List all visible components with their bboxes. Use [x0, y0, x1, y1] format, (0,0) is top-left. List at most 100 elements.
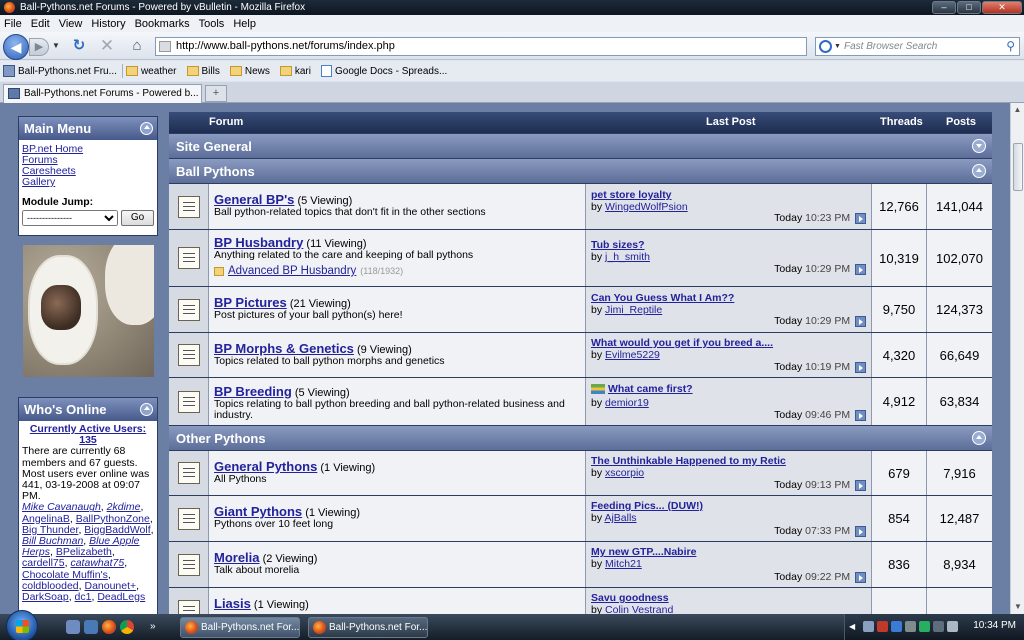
tray-app-icon[interactable] — [877, 621, 888, 632]
online-user[interactable]: AngelinaB — [22, 513, 70, 525]
tray-app-icon[interactable] — [863, 621, 874, 632]
online-user[interactable]: BPelizabeth — [56, 546, 112, 558]
link-gallery[interactable]: Gallery — [22, 177, 154, 188]
forum-link[interactable]: BP Breeding — [214, 384, 292, 399]
firefox-icon[interactable] — [102, 620, 116, 634]
last-post-user[interactable]: xscorpio — [605, 467, 644, 479]
online-user[interactable]: cardell75 — [22, 557, 65, 569]
last-post-user[interactable]: demior19 — [605, 397, 649, 409]
collapse-icon[interactable] — [140, 403, 153, 416]
bookmark-item[interactable]: Bills — [186, 66, 220, 77]
category-site-general[interactable]: Site General — [169, 133, 992, 158]
online-user[interactable]: Danounet+ — [84, 580, 136, 592]
search-bar[interactable]: ▼ Fast Browser Search ⚲ — [815, 37, 1020, 56]
forum-link[interactable]: General BP's — [214, 192, 294, 207]
go-to-post-icon[interactable] — [855, 571, 866, 583]
volume-icon[interactable] — [947, 621, 958, 632]
go-button[interactable]: Go — [121, 210, 154, 226]
forward-button[interactable]: ▶ — [29, 38, 49, 56]
scroll-down-icon[interactable]: ▼ — [1011, 600, 1024, 614]
online-user[interactable]: Big Thunder — [22, 524, 78, 536]
subforum-link[interactable]: Advanced BP Husbandry — [228, 265, 356, 277]
go-to-post-icon[interactable] — [855, 409, 866, 421]
tray-expand-icon[interactable]: ◀ — [849, 621, 860, 632]
bookmark-item[interactable]: Ball-Pythons.net Fru... — [3, 65, 117, 77]
last-post-title[interactable]: Tub sizes? — [591, 239, 644, 251]
last-post-title[interactable]: What would you get if you breed a.... — [591, 337, 773, 349]
scroll-thumb[interactable] — [1013, 143, 1023, 191]
active-users-link[interactable]: Currently Active Users: 135 — [22, 423, 154, 446]
go-to-post-icon[interactable] — [855, 315, 866, 327]
show-desktop-icon[interactable] — [66, 620, 80, 634]
home-icon[interactable]: ⌂ — [128, 37, 146, 55]
switch-windows-icon[interactable] — [84, 620, 98, 634]
menu-help[interactable]: Help — [233, 18, 256, 30]
go-to-post-icon[interactable] — [855, 361, 866, 373]
menu-edit[interactable]: Edit — [31, 18, 50, 30]
bookmark-item[interactable]: News — [229, 66, 270, 77]
go-to-post-icon[interactable] — [855, 525, 866, 537]
category-other-pythons[interactable]: Other Pythons — [169, 425, 992, 450]
go-to-post-icon[interactable] — [855, 212, 866, 224]
online-user[interactable]: catawhat75 — [70, 557, 124, 569]
maximize-button[interactable]: □ — [957, 1, 981, 14]
page-scrollbar[interactable]: ▲ ▼ — [1010, 103, 1024, 614]
minimize-button[interactable]: – — [932, 1, 956, 14]
forum-link[interactable]: BP Pictures — [214, 295, 287, 310]
last-post-user[interactable]: Jimi_Reptile — [605, 304, 662, 316]
start-button[interactable] — [6, 610, 38, 640]
back-button[interactable]: ◀ — [3, 34, 29, 60]
engine-dropdown-icon[interactable]: ▼ — [834, 38, 841, 55]
last-post-user[interactable]: j_h_smith — [605, 251, 650, 263]
tray-app-icon[interactable] — [891, 621, 902, 632]
search-icon[interactable]: ⚲ — [1006, 38, 1015, 55]
forum-link[interactable]: Giant Pythons — [214, 504, 302, 519]
last-post-title[interactable]: Can You Guess What I Am?? — [591, 292, 734, 304]
online-user[interactable]: 2kdime — [107, 501, 141, 513]
tray-app-icon[interactable] — [919, 621, 930, 632]
go-to-post-icon[interactable] — [855, 479, 866, 491]
online-user[interactable]: coldblooded — [22, 580, 79, 592]
address-bar[interactable]: http://www.ball-pythons.net/forums/index… — [155, 37, 962, 56]
online-user[interactable]: BiggBaddWolf — [84, 524, 150, 536]
category-ball-pythons[interactable]: Ball Pythons — [169, 158, 992, 183]
taskbar-item[interactable]: Ball-Pythons.net For... — [180, 617, 300, 638]
last-post-user[interactable]: AjBalls — [604, 512, 636, 524]
forum-link[interactable]: General Pythons — [214, 459, 317, 474]
last-post-user[interactable]: Colin Vestrand — [605, 604, 673, 614]
go-to-post-icon[interactable] — [855, 263, 866, 275]
search-engine-icon[interactable] — [819, 40, 832, 53]
last-post-title-link[interactable]: What came first? — [608, 383, 693, 395]
last-post-title[interactable]: My new GTP....Nabire — [591, 546, 696, 558]
forum-link[interactable]: BP Morphs & Genetics — [214, 341, 354, 356]
last-post-title[interactable]: The Unthinkable Happened to my Retic — [591, 455, 786, 467]
menu-history[interactable]: History — [91, 18, 125, 30]
taskbar-item[interactable]: Ball-Pythons.net For... — [308, 617, 428, 638]
last-post-user[interactable]: WingedWolfPsion — [605, 201, 688, 213]
forum-link[interactable]: BP Husbandry — [214, 235, 303, 250]
forum-link[interactable]: Morelia — [214, 550, 260, 565]
last-post-title[interactable]: Savu goodness — [591, 592, 669, 604]
online-user[interactable]: dc1 — [75, 591, 92, 603]
close-button[interactable]: ✕ — [982, 1, 1022, 14]
scroll-up-icon[interactable]: ▲ — [1011, 103, 1024, 117]
collapse-icon[interactable] — [972, 431, 986, 445]
forum-link[interactable]: Liasis — [214, 596, 251, 611]
online-user[interactable]: Chocolate Muffin's — [22, 569, 108, 581]
online-user[interactable]: Mike Cavanaugh — [22, 501, 101, 513]
menu-view[interactable]: View — [59, 18, 83, 30]
online-user[interactable]: BallPythonZone — [76, 513, 150, 525]
tab-active[interactable]: Ball-Pythons.net Forums - Powered b... — [3, 84, 202, 103]
online-user[interactable]: DarkSoap — [22, 591, 69, 603]
chrome-icon[interactable] — [120, 620, 134, 634]
last-post-title[interactable]: pet store loyalty — [591, 189, 672, 201]
new-tab-button[interactable]: + — [205, 85, 227, 102]
online-user[interactable]: DeadLegs — [97, 591, 145, 603]
stop-icon[interactable]: ✕ — [98, 37, 116, 55]
expand-icon[interactable] — [972, 139, 986, 153]
module-jump-select[interactable]: --------------- — [22, 210, 118, 226]
bookmark-item[interactable]: weather — [121, 64, 177, 78]
online-user[interactable]: Bill Buchman — [22, 535, 83, 547]
last-post-title[interactable]: Feeding Pics... (DUW!) — [591, 500, 703, 512]
quicklaunch-more-icon[interactable]: » — [150, 620, 164, 634]
